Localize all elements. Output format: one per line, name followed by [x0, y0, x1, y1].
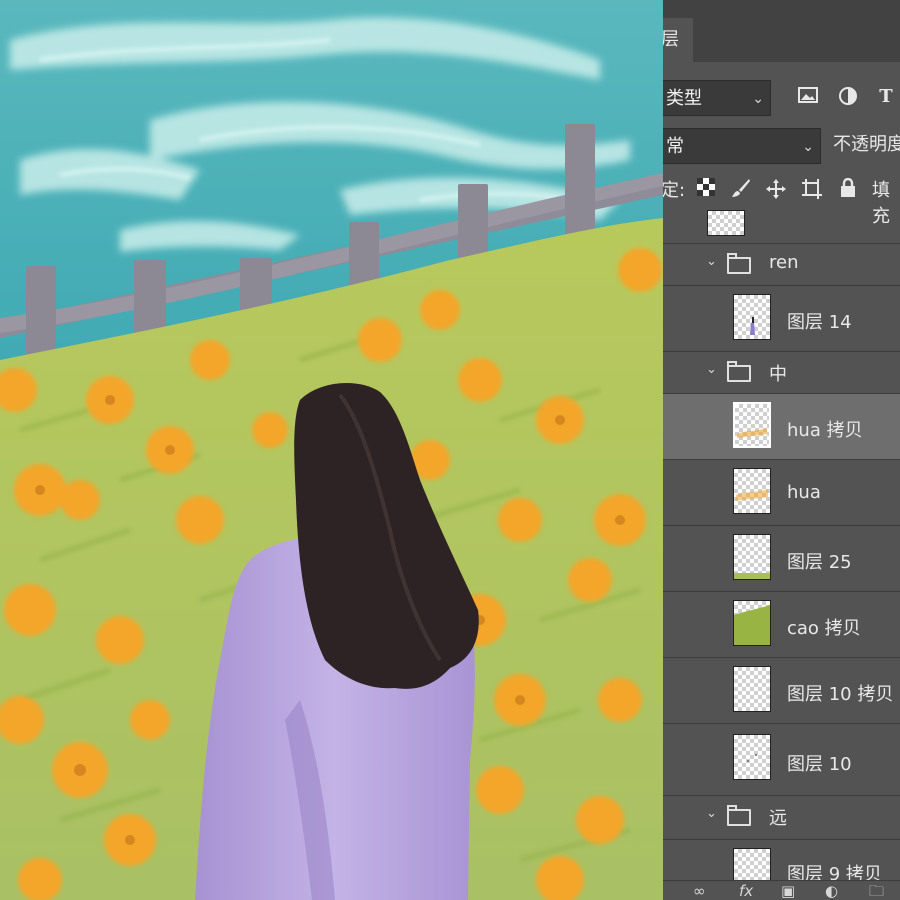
lock-transparent-icon[interactable]: [697, 178, 715, 204]
layer-row[interactable]: 图层 25: [663, 526, 900, 592]
lock-paint-icon[interactable]: [731, 178, 751, 206]
layer-group-yuan[interactable]: ⌄ 远: [663, 796, 900, 840]
image-filter-icon[interactable]: [797, 86, 819, 108]
layer-thumbnail: [733, 402, 771, 448]
layer-row-partial[interactable]: [663, 210, 900, 244]
layer-thumbnail: [733, 666, 771, 712]
layer-name: hua 拷贝: [787, 420, 863, 441]
layers-bottom-toolbar: ∞ fx ▣ ◐ 🗀: [663, 880, 900, 900]
layer-name: hua: [787, 482, 821, 503]
layer-thumbnail: [733, 734, 771, 780]
layer-row[interactable]: 图层 14: [663, 286, 900, 352]
layer-group-ren[interactable]: ⌄ ren: [663, 244, 900, 286]
adjustment-filter-icon[interactable]: [837, 86, 859, 108]
layer-name: 图层 10 拷贝: [787, 684, 894, 705]
type-filter-icon[interactable]: T: [875, 86, 897, 108]
layer-name: 中: [769, 364, 787, 385]
layer-row[interactable]: hua: [663, 460, 900, 526]
new-group-icon[interactable]: 🗀: [869, 881, 884, 900]
layer-thumbnail: [733, 534, 771, 580]
folder-icon: [727, 805, 751, 826]
chevron-down-icon[interactable]: ⌄: [706, 362, 717, 377]
opacity-label: 不透明度: [833, 134, 900, 155]
layer-thumbnail: [733, 294, 771, 340]
mask-icon[interactable]: ▣: [781, 881, 795, 900]
layer-row[interactable]: 图层 10 拷贝: [663, 658, 900, 724]
adjustment-icon[interactable]: ◐: [825, 881, 838, 900]
layer-thumbnail: [733, 600, 771, 646]
layer-row[interactable]: 图层 10: [663, 724, 900, 796]
lock-move-icon[interactable]: [765, 178, 787, 208]
layer-name: 图层 10: [787, 754, 852, 775]
tab-layers[interactable]: 层: [663, 18, 693, 62]
blend-mode-dropdown[interactable]: 常 ⌄: [663, 128, 821, 164]
link-icon[interactable]: ∞: [693, 881, 706, 900]
chevron-down-icon: ⌄: [752, 91, 764, 107]
panel-tab-bar: 层: [663, 0, 900, 62]
fx-icon[interactable]: fx: [739, 881, 753, 900]
folder-icon: [727, 361, 751, 382]
layer-thumbnail: [733, 468, 771, 514]
document-canvas[interactable]: [0, 0, 663, 900]
lock-artboard-icon[interactable]: [801, 178, 823, 208]
layer-name: 图层 14: [787, 312, 852, 333]
layer-name: cao 拷贝: [787, 618, 861, 639]
folder-icon: [727, 253, 751, 274]
layer-filter-kind-label: 类型: [666, 88, 702, 109]
layer-row-selected[interactable]: hua 拷贝: [663, 394, 900, 460]
layer-name: 图层 25: [787, 552, 852, 573]
chevron-down-icon[interactable]: ⌄: [706, 806, 717, 821]
chevron-down-icon[interactable]: ⌄: [706, 254, 717, 269]
layer-name: ren: [769, 252, 799, 273]
layer-row[interactable]: cao 拷贝: [663, 592, 900, 658]
layers-panel: 层 类型 ⌄ T 常 ⌄ 不透明度 定: 填充 ⌄ ren 图层 14 ⌄ 中 …: [663, 0, 900, 900]
layer-name: 远: [769, 808, 787, 829]
chevron-down-icon: ⌄: [802, 139, 814, 155]
lock-row: 定: 填充: [663, 172, 900, 227]
blend-mode-label: 常: [666, 136, 684, 157]
artwork: [0, 0, 663, 900]
layer-filter-kind-dropdown[interactable]: 类型 ⌄: [663, 80, 771, 116]
layer-group-zhong[interactable]: ⌄ 中: [663, 352, 900, 394]
lock-label: 定:: [663, 180, 686, 201]
lock-all-icon[interactable]: [839, 177, 857, 206]
layer-thumbnail: [707, 210, 745, 236]
